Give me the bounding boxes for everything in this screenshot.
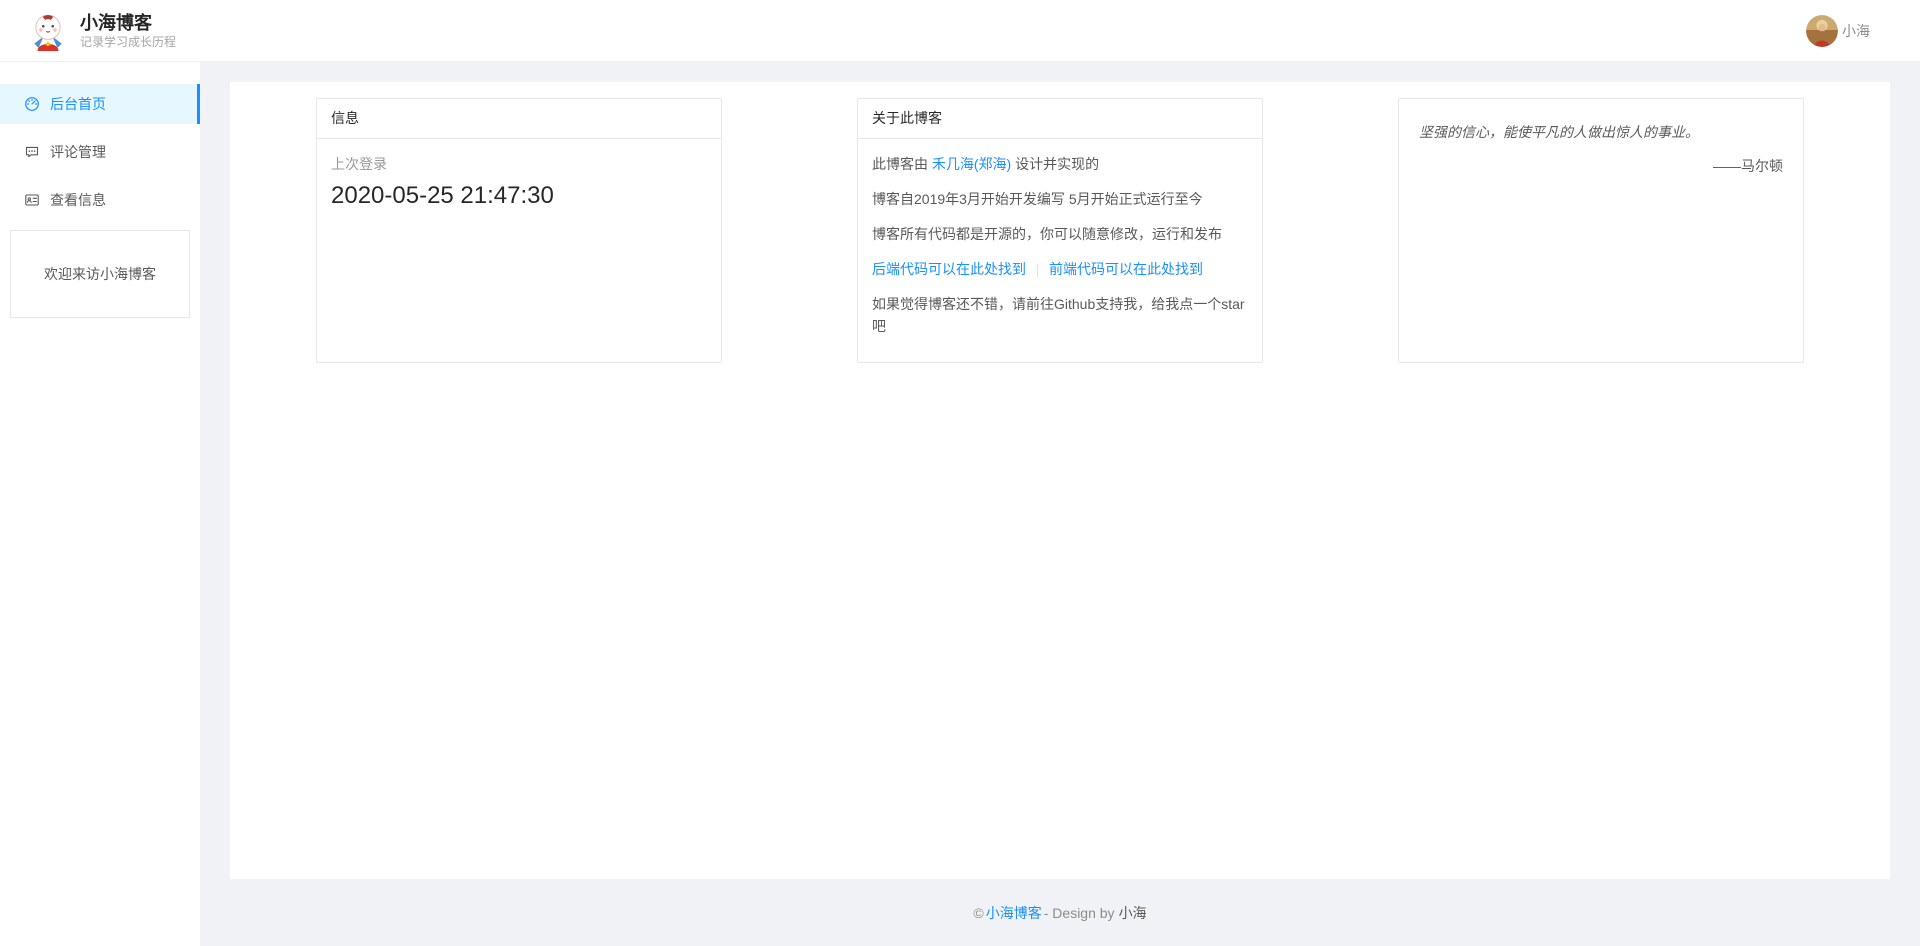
card-about: 关于此博客 此博客由 禾几海(郑海) 设计并实现的 博客自2019年3月开始开发…	[857, 98, 1263, 363]
sidebar: 后台首页 评论管理	[0, 62, 200, 946]
footer-designer-name: 小海	[1119, 903, 1147, 923]
footer: © 小海博客 - Design by 小海	[200, 879, 1920, 946]
sidebar-item-dashboard[interactable]: 后台首页	[0, 84, 200, 124]
quote-author: ——马尔顿	[1419, 155, 1783, 177]
user-avatar	[1806, 15, 1838, 47]
about-author-suffix: 设计并实现的	[1011, 156, 1099, 172]
card-about-title: 关于此博客	[858, 99, 1262, 139]
about-author-prefix: 此博客由	[872, 156, 932, 172]
cards-row: 信息 上次登录 2020-05-25 21:47:30 关于此博客 此博客由 禾…	[230, 82, 1890, 363]
card-about-body: 此博客由 禾几海(郑海) 设计并实现的 博客自2019年3月开始开发编写 5月开…	[858, 139, 1262, 351]
link-divider	[1037, 264, 1038, 277]
quote-text: 坚强的信心，能使平凡的人做出惊人的事业。	[1419, 121, 1783, 143]
backend-code-link[interactable]: 后端代码可以在此处找到	[872, 261, 1026, 277]
footer-site-link[interactable]: 小海博客	[986, 903, 1042, 923]
welcome-text: 欢迎来访小海博客	[44, 264, 156, 284]
about-code-links: 后端代码可以在此处找到 前端代码可以在此处找到	[872, 258, 1248, 280]
main-column: 信息 上次登录 2020-05-25 21:47:30 关于此博客 此博客由 禾…	[200, 62, 1920, 946]
idcard-icon	[24, 192, 40, 208]
sidebar-item-comments[interactable]: 评论管理	[0, 132, 200, 172]
comment-icon	[24, 144, 40, 160]
card-info-title: 信息	[317, 99, 721, 139]
sidebar-menu: 后台首页 评论管理	[0, 62, 200, 220]
about-author-line: 此博客由 禾几海(郑海) 设计并实现的	[872, 153, 1248, 175]
main-layout: 后台首页 评论管理	[0, 62, 1920, 946]
top-header: 小海博客 记录学习成长历程 小海	[0, 0, 1920, 62]
sidebar-item-label: 后台首页	[50, 94, 106, 114]
user-name: 小海	[1842, 21, 1870, 41]
card-info: 信息 上次登录 2020-05-25 21:47:30	[316, 98, 722, 363]
site-subtitle: 记录学习成长历程	[80, 34, 176, 50]
brand: 小海博客 记录学习成长历程	[28, 11, 176, 51]
card-info-body: 上次登录 2020-05-25 21:47:30	[317, 139, 721, 224]
frontend-code-link[interactable]: 前端代码可以在此处找到	[1049, 261, 1203, 277]
content-panel: 信息 上次登录 2020-05-25 21:47:30 关于此博客 此博客由 禾…	[230, 82, 1890, 879]
author-profile-link[interactable]: 禾几海(郑海)	[932, 156, 1011, 172]
card-quote: 坚强的信心，能使平凡的人做出惊人的事业。 ——马尔顿	[1398, 98, 1804, 363]
about-star-line: 如果觉得博客还不错，请前往Github支持我，给我点一个star吧	[872, 293, 1248, 337]
sidebar-item-label: 评论管理	[50, 142, 106, 162]
last-login-value: 2020-05-25 21:47:30	[331, 182, 707, 210]
about-history-line: 博客自2019年3月开始开发编写 5月开始正式运行至今	[872, 188, 1248, 210]
dashboard-icon	[24, 96, 40, 112]
about-opensource-line: 博客所有代码都是开源的，你可以随意修改，运行和发布	[872, 223, 1248, 245]
sidebar-item-label: 查看信息	[50, 190, 106, 210]
last-login-label: 上次登录	[331, 153, 707, 175]
site-logo-icon	[28, 11, 68, 51]
sidebar-item-view-info[interactable]: 查看信息	[0, 180, 200, 220]
brand-text: 小海博客 记录学习成长历程	[80, 12, 176, 50]
card-quote-body: 坚强的信心，能使平凡的人做出惊人的事业。 ——马尔顿	[1399, 99, 1803, 199]
site-title: 小海博客	[80, 12, 176, 34]
footer-design-by: - Design by	[1044, 905, 1115, 921]
welcome-box: 欢迎来访小海博客	[10, 230, 190, 318]
copyright-symbol: ©	[973, 905, 983, 921]
user-menu[interactable]: 小海	[1806, 15, 1870, 47]
